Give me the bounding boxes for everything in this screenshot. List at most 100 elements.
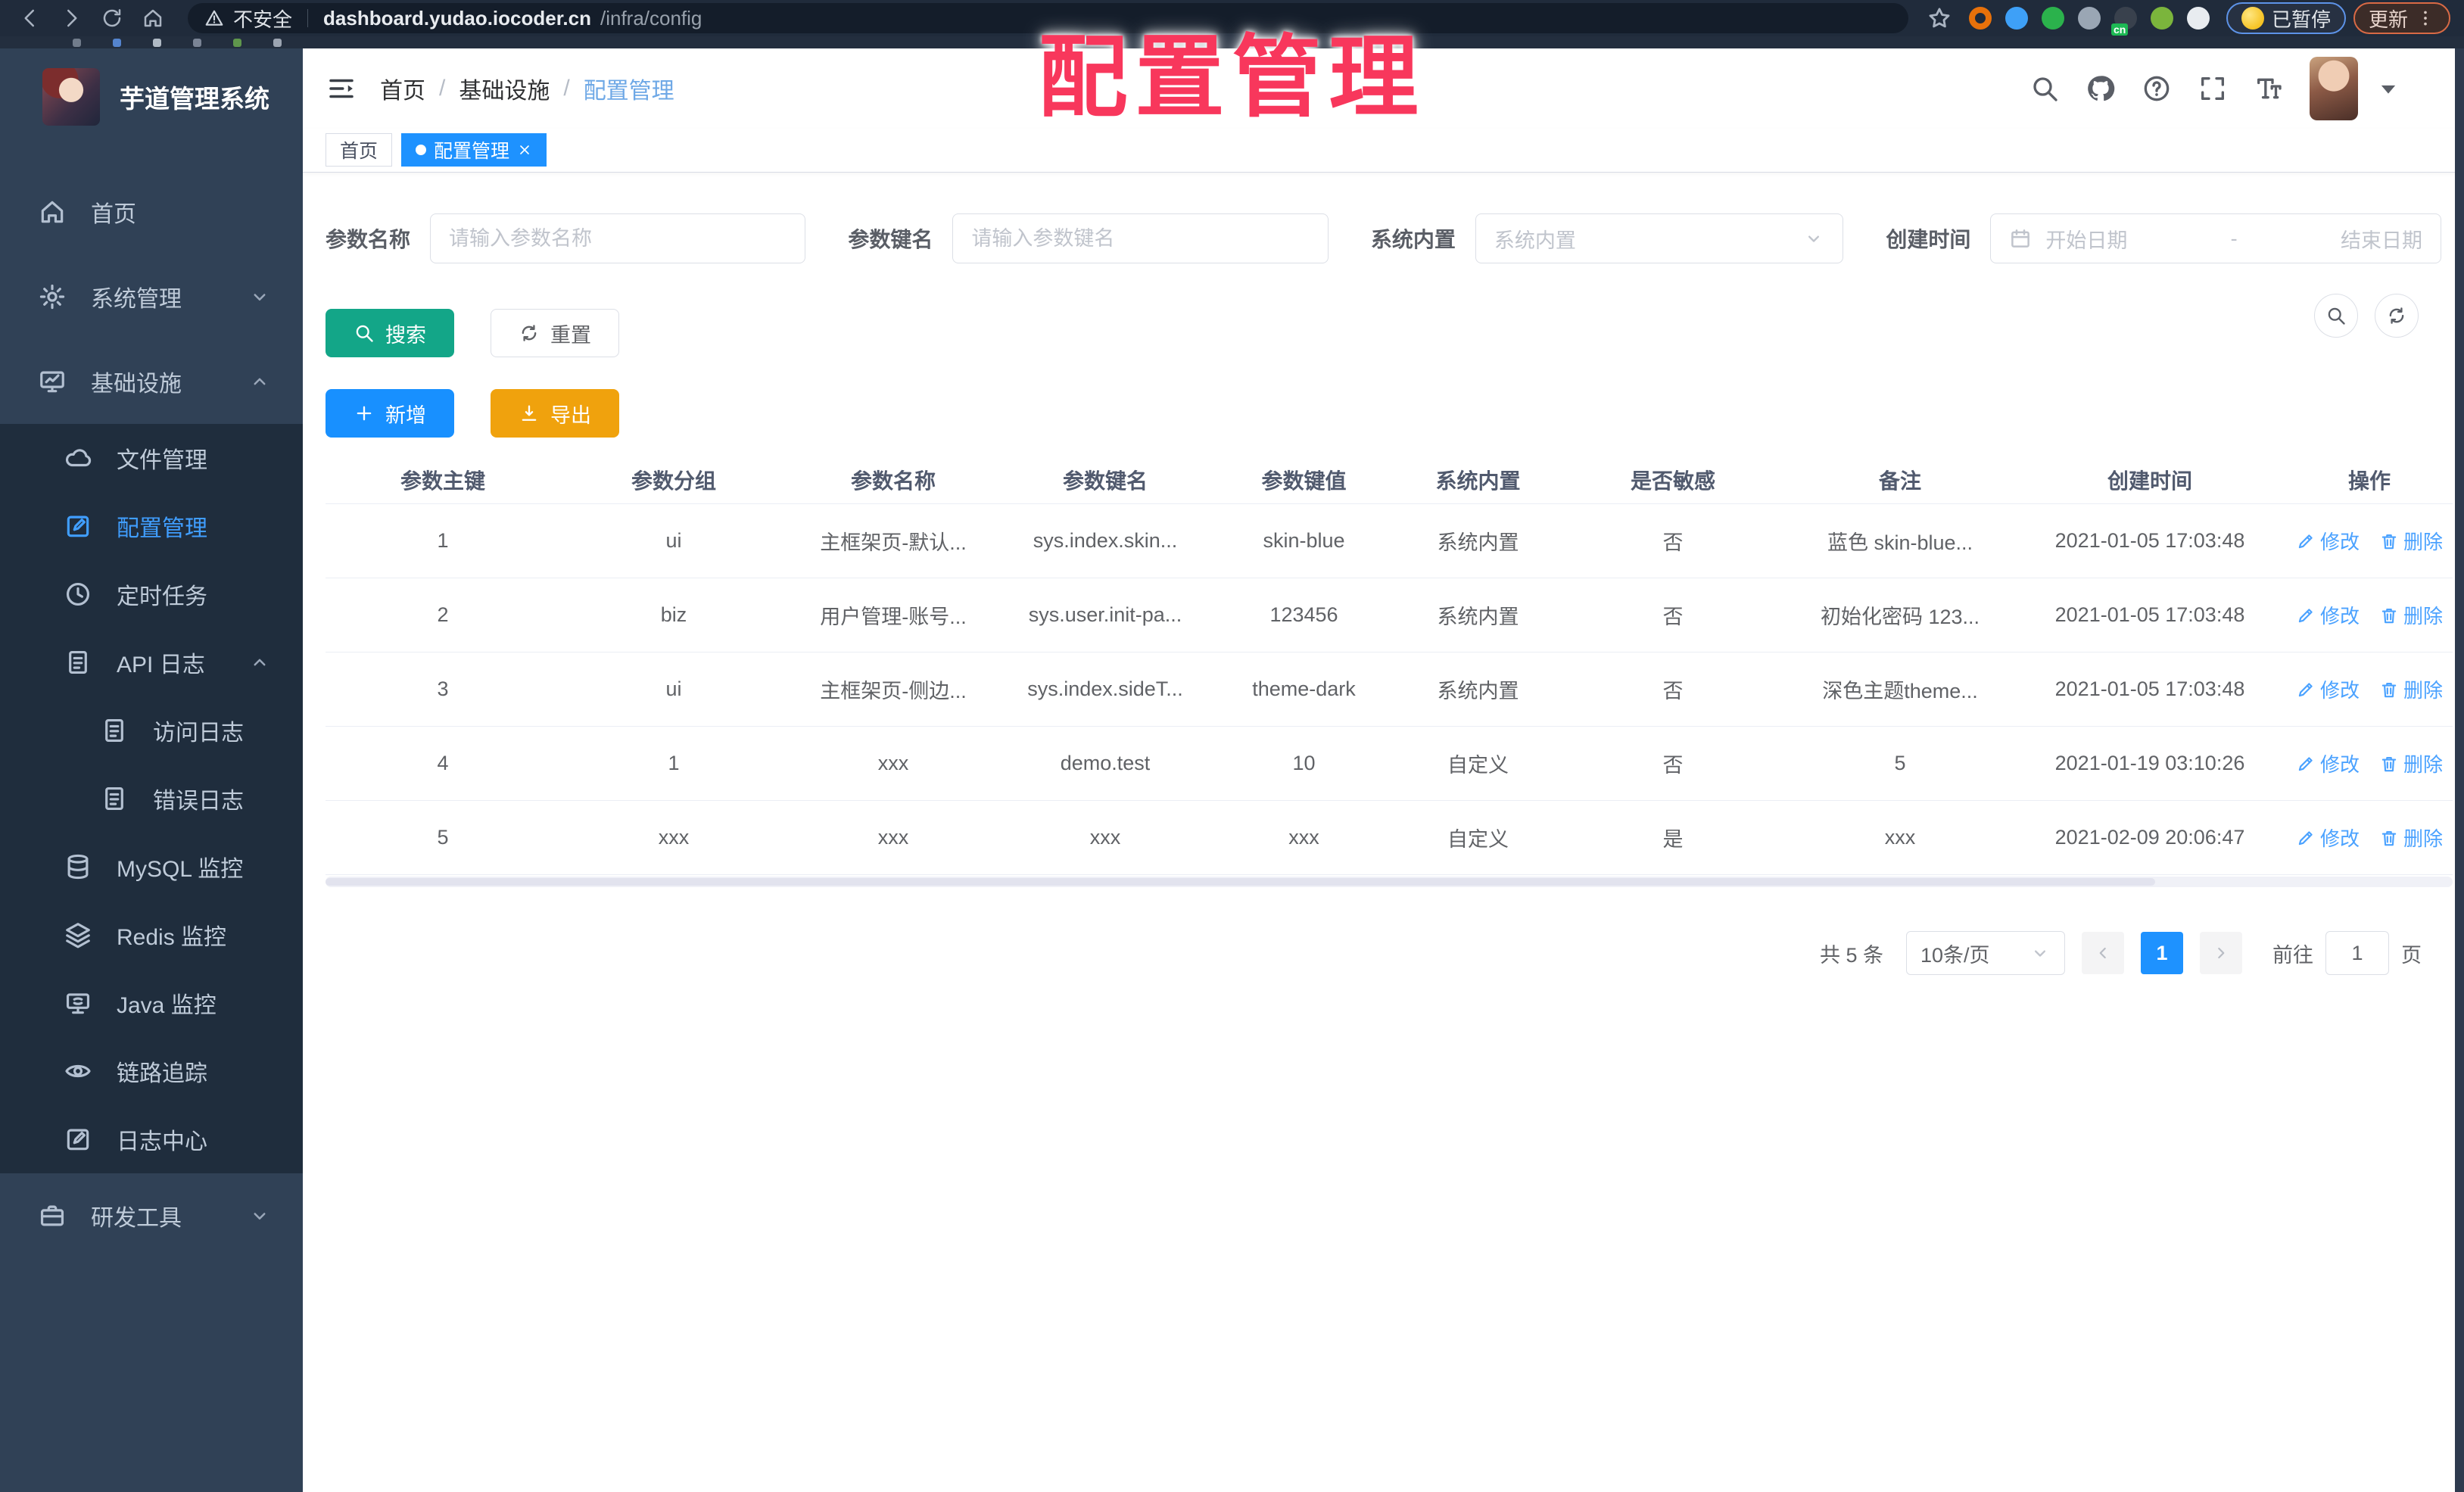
infra-submenu: 文件管理 配置管理 定时任务 API 日志 访问日志 错误日志 MySQL 监控… — [0, 424, 303, 1173]
sidebar-item-日志中心[interactable]: 日志中心 — [0, 1105, 303, 1173]
menu-item-label: Redis 监控 — [117, 925, 227, 950]
extension-orange-ring-icon[interactable] — [1968, 7, 1992, 30]
date-end-placeholder[interactable]: 结束日期 — [2341, 224, 2422, 254]
edit-link[interactable]: 修改 — [2296, 675, 2360, 703]
sidebar-item-mysql-监控[interactable]: MySQL 监控 — [0, 833, 303, 901]
bookmark-favicon[interactable] — [193, 38, 201, 47]
bookmark-favicon[interactable] — [113, 38, 121, 47]
sidebar-item-首页[interactable]: 首页 — [0, 170, 303, 254]
sidebar-item-基础设施[interactable]: 基础设施 — [0, 339, 303, 424]
breadcrumb-infra[interactable]: 基础设施 — [459, 72, 550, 105]
sidebar-item-研发工具[interactable]: 研发工具 — [0, 1173, 303, 1258]
search-button[interactable]: 搜索 — [326, 309, 454, 357]
window-scrollbar[interactable] — [2455, 48, 2464, 1492]
extension-blue-pin-icon[interactable] — [2005, 7, 2028, 30]
reset-button[interactable]: 重置 — [491, 309, 619, 357]
tab-配置管理[interactable]: 配置管理 — [401, 133, 547, 167]
extension-green-leaf-icon[interactable] — [2150, 7, 2173, 30]
cell-key: sys.index.sideT... — [1027, 677, 1183, 700]
delete-link[interactable]: 删除 — [2379, 601, 2443, 629]
browser-home-button[interactable] — [136, 2, 170, 35]
bookmark-star-icon[interactable] — [1927, 5, 1952, 31]
close-icon[interactable] — [517, 142, 532, 157]
sidebar-item-链路追踪[interactable]: 链路追踪 — [0, 1037, 303, 1105]
sidebar-item-api-日志[interactable]: API 日志 — [0, 628, 303, 696]
breadcrumb-home[interactable]: 首页 — [380, 72, 425, 105]
cell-group: xxx — [658, 826, 690, 849]
cell-id: 5 — [437, 826, 449, 849]
sidebar-item-访问日志[interactable]: 访问日志 — [0, 696, 303, 765]
bookmark-favicon[interactable] — [273, 38, 282, 47]
table-row[interactable]: 2 biz 用户管理-账号... sys.user.init-pa... 123… — [326, 578, 2453, 653]
reload-icon — [101, 7, 123, 30]
edit-link[interactable]: 修改 — [2296, 824, 2360, 852]
filter-date-range[interactable]: 开始日期 - 结束日期 — [1990, 213, 2441, 263]
table-row[interactable]: 1 ui 主框架页-默认... sys.index.skin... skin-b… — [326, 504, 2453, 578]
delete-link[interactable]: 删除 — [2379, 527, 2443, 555]
search-icon[interactable] — [2029, 73, 2060, 104]
page-size-select[interactable]: 10条/页 — [1906, 931, 2065, 975]
filter-key-input[interactable] — [971, 226, 1310, 251]
edit-link[interactable]: 修改 — [2296, 749, 2360, 777]
scrollbar-thumb[interactable] — [326, 878, 2155, 886]
export-button[interactable]: 导出 — [491, 389, 619, 438]
extension-cn-translate-icon[interactable]: cn — [2110, 7, 2137, 36]
filter-type-select[interactable]: 系统内置 — [1475, 213, 1844, 263]
url-host: dashboard.yudao.iocoder.cn — [323, 6, 591, 30]
bookmark-favicon[interactable] — [233, 38, 241, 47]
trash-icon — [2379, 606, 2399, 625]
browser-menu-icon[interactable] — [2416, 8, 2435, 28]
menu-item-icon — [38, 282, 67, 311]
sidebar-item-定时任务[interactable]: 定时任务 — [0, 560, 303, 628]
sidebar-item-redis-监控[interactable]: Redis 监控 — [0, 901, 303, 969]
prev-page-button[interactable] — [2082, 932, 2124, 974]
delete-link[interactable]: 删除 — [2379, 675, 2443, 703]
help-icon[interactable] — [2142, 73, 2172, 104]
edit-link-label: 修改 — [2319, 753, 2360, 776]
toggle-search-button[interactable] — [2314, 294, 2358, 338]
app-logo-row[interactable]: 芋道管理系统 — [0, 48, 303, 142]
sidebar-item-配置管理[interactable]: 配置管理 — [0, 492, 303, 560]
user-avatar[interactable] — [2310, 57, 2358, 120]
table-row[interactable]: 3 ui 主框架页-侧边... sys.index.sideT... theme… — [326, 653, 2453, 727]
sidebar-item-java-监控[interactable]: Java 监控 — [0, 969, 303, 1037]
table-row[interactable]: 5 xxx xxx xxx xxx 自定义 是 xxx 2021-02-09 2… — [326, 801, 2453, 875]
date-start-placeholder[interactable]: 开始日期 — [2045, 224, 2127, 254]
browser-forward-button[interactable] — [55, 2, 88, 35]
table-horizontal-scrollbar[interactable] — [326, 877, 2453, 887]
menu-item-label: 链路追踪 — [117, 1061, 207, 1086]
browser-reload-button[interactable] — [95, 2, 129, 35]
next-page-button[interactable] — [2200, 932, 2242, 974]
fullscreen-icon[interactable] — [2198, 73, 2228, 104]
chrome-update-button[interactable]: 更新 — [2353, 2, 2450, 34]
filter-name-input[interactable] — [449, 226, 787, 251]
user-menu-caret-icon[interactable] — [2373, 73, 2403, 104]
edit-link-label: 修改 — [2319, 679, 2360, 702]
sidebar-item-错误日志[interactable]: 错误日志 — [0, 765, 303, 833]
github-icon[interactable] — [2086, 73, 2116, 104]
delete-link[interactable]: 删除 — [2379, 824, 2443, 852]
extension-grey-blue-icon[interactable] — [2077, 7, 2101, 30]
edit-link[interactable]: 修改 — [2296, 527, 2360, 555]
profile-paused-badge[interactable]: 已暂停 — [2226, 2, 2346, 34]
bookmark-favicon[interactable] — [73, 38, 81, 47]
sidebar-item-文件管理[interactable]: 文件管理 — [0, 424, 303, 492]
browser-back-button[interactable] — [14, 2, 47, 35]
delete-link-label: 删除 — [2403, 679, 2444, 702]
table-row[interactable]: 4 1 xxx demo.test 10 自定义 否 5 2021-01-19 … — [326, 727, 2453, 801]
font-size-icon[interactable] — [2254, 73, 2284, 104]
bookmark-favicon[interactable] — [153, 38, 161, 47]
extension-green-check-icon[interactable] — [2041, 7, 2064, 30]
edit-link[interactable]: 修改 — [2296, 601, 2360, 629]
menu-item-icon — [100, 784, 129, 813]
extension-white-puzzle-icon[interactable] — [2186, 7, 2210, 30]
goto-page-input[interactable] — [2325, 931, 2389, 975]
tab-首页[interactable]: 首页 — [326, 133, 393, 167]
sidebar-collapse-icon[interactable] — [326, 73, 357, 104]
add-button[interactable]: 新增 — [326, 389, 454, 438]
url-bar[interactable]: 不安全 dashboard.yudao.iocoder.cn/infra/con… — [188, 3, 1908, 33]
sidebar-item-系统管理[interactable]: 系统管理 — [0, 254, 303, 339]
current-page-button[interactable]: 1 — [2141, 932, 2183, 974]
delete-link[interactable]: 删除 — [2379, 749, 2443, 777]
refresh-table-button[interactable] — [2375, 294, 2419, 338]
